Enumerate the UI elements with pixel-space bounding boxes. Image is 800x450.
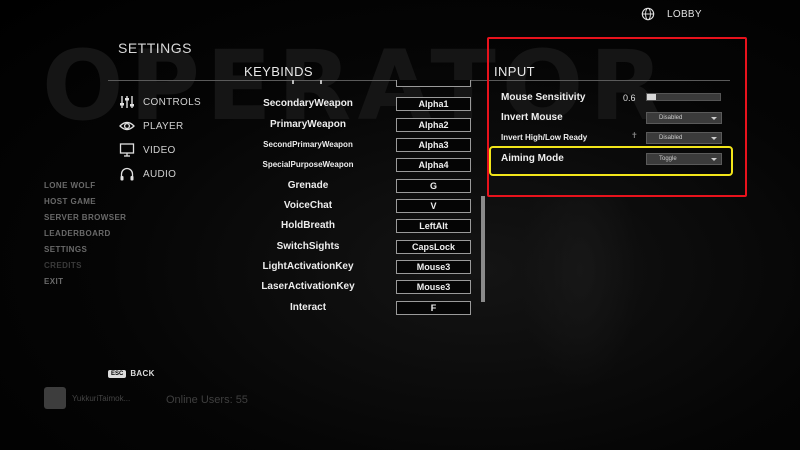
menu-item-server-browser[interactable]: SERVER BROWSER <box>44 210 126 226</box>
lobby-button[interactable]: LOBBY <box>641 7 702 21</box>
menu-item-settings[interactable]: SETTINGS <box>44 242 126 258</box>
tab-audio-label: AUDIO <box>143 168 177 180</box>
keybind-row: SecondaryWeapon Alpha1 <box>236 97 472 111</box>
user-panel: YukkuriTaimok... <box>44 387 130 409</box>
tab-audio[interactable]: AUDIO <box>119 162 201 186</box>
keybind-action: PrimaryWeapon <box>270 119 346 130</box>
annotation-yellow-box <box>489 146 733 176</box>
monitor-icon <box>119 143 135 157</box>
keybind-action: HoldBreath <box>281 220 335 231</box>
keybind-key-button[interactable]: Alpha4 <box>396 158 471 172</box>
menu-item-lone-wolf[interactable]: LONE WOLF <box>44 178 126 194</box>
tab-video[interactable]: VIDEO <box>119 138 201 162</box>
background-figure <box>520 190 640 390</box>
keybind-row: LightActivationKey Mouse3 <box>236 260 472 274</box>
keybind-key-button[interactable]: Alpha2 <box>396 118 471 132</box>
keybind-action: Grenade <box>287 180 329 191</box>
username: YukkuriTaimok... <box>72 393 131 403</box>
tab-controls-label: CONTROLS <box>143 96 201 108</box>
keybind-action: SecondPrimaryWeapon <box>263 140 353 149</box>
keybind-action: SwitchSights <box>276 241 340 252</box>
online-users-count: Online Users: 55 <box>166 394 248 406</box>
main-menu: LONE WOLF HOST GAME SERVER BROWSER LEADE… <box>44 178 126 290</box>
avatar <box>44 387 66 409</box>
menu-item-credits[interactable]: CREDITS <box>44 258 126 274</box>
keybind-key-button[interactable]: V <box>396 199 471 213</box>
back-button[interactable]: ESC BACK <box>108 369 155 378</box>
keybind-row: Interact F <box>236 301 472 315</box>
keybind-row: SpecialPurposeWeapon Alpha4 <box>236 158 472 172</box>
menu-item-host-game[interactable]: HOST GAME <box>44 194 126 210</box>
keybind-key-button[interactable]: G <box>396 179 471 193</box>
keybind-key-button[interactable]: Alpha3 <box>396 138 471 152</box>
sliders-icon <box>120 96 134 108</box>
keybind-row: LaserActivationKey Mouse3 <box>236 280 472 294</box>
keybind-key-button[interactable]: Alpha1 <box>396 97 471 111</box>
keybind-key-button[interactable]: LeftAlt <box>396 219 471 233</box>
back-label: BACK <box>130 369 155 378</box>
keybind-action: LaserActivationKey <box>261 281 355 292</box>
menu-item-exit[interactable]: EXIT <box>44 274 126 290</box>
keybind-row: SwitchSights CapsLock <box>236 240 472 254</box>
keybind-key-button[interactable]: Mouse3 <box>396 280 471 294</box>
keybind-row: Grenade G <box>236 179 472 193</box>
keybind-action: Interact <box>289 302 327 313</box>
keybind-action: LightActivationKey <box>262 261 354 272</box>
tab-player[interactable]: PLAYER <box>119 114 201 138</box>
keybind-action: VoiceChat <box>283 200 333 211</box>
esc-key-icon: ESC <box>108 369 127 378</box>
menu-item-leaderboard[interactable]: LEADERBOARD <box>44 226 126 242</box>
lobby-label: LOBBY <box>667 8 702 20</box>
keybind-key-button[interactable]: CapsLock <box>396 240 471 254</box>
keybind-row: VoiceChat V <box>236 199 472 213</box>
keybinds-list: SecondaryWeapon Alpha1 PrimaryWeapon Alp… <box>236 0 486 450</box>
keybinds-scrollbar[interactable] <box>481 196 485 302</box>
page-title: SETTINGS <box>118 40 193 56</box>
keybind-row-partial-label <box>236 80 380 85</box>
tab-controls[interactable]: CONTROLS <box>119 90 201 114</box>
keybind-row: SecondPrimaryWeapon Alpha3 <box>236 138 472 152</box>
keybind-row: HoldBreath LeftAlt <box>236 219 472 233</box>
keybind-row-partial-key[interactable] <box>396 80 471 87</box>
tab-video-label: VIDEO <box>143 144 176 156</box>
eye-icon <box>119 121 135 131</box>
tab-player-label: PLAYER <box>143 120 184 132</box>
keybind-action: SecondaryWeapon <box>263 98 353 109</box>
globe-icon <box>641 7 655 21</box>
keybind-action: SpecialPurposeWeapon <box>262 160 354 169</box>
keybind-key-button[interactable]: Mouse3 <box>396 260 471 274</box>
keybind-row: PrimaryWeapon Alpha2 <box>236 118 472 132</box>
settings-tabs: CONTROLS PLAYER VIDEO AUDIO <box>119 90 201 186</box>
keybind-key-button[interactable]: F <box>396 301 471 315</box>
